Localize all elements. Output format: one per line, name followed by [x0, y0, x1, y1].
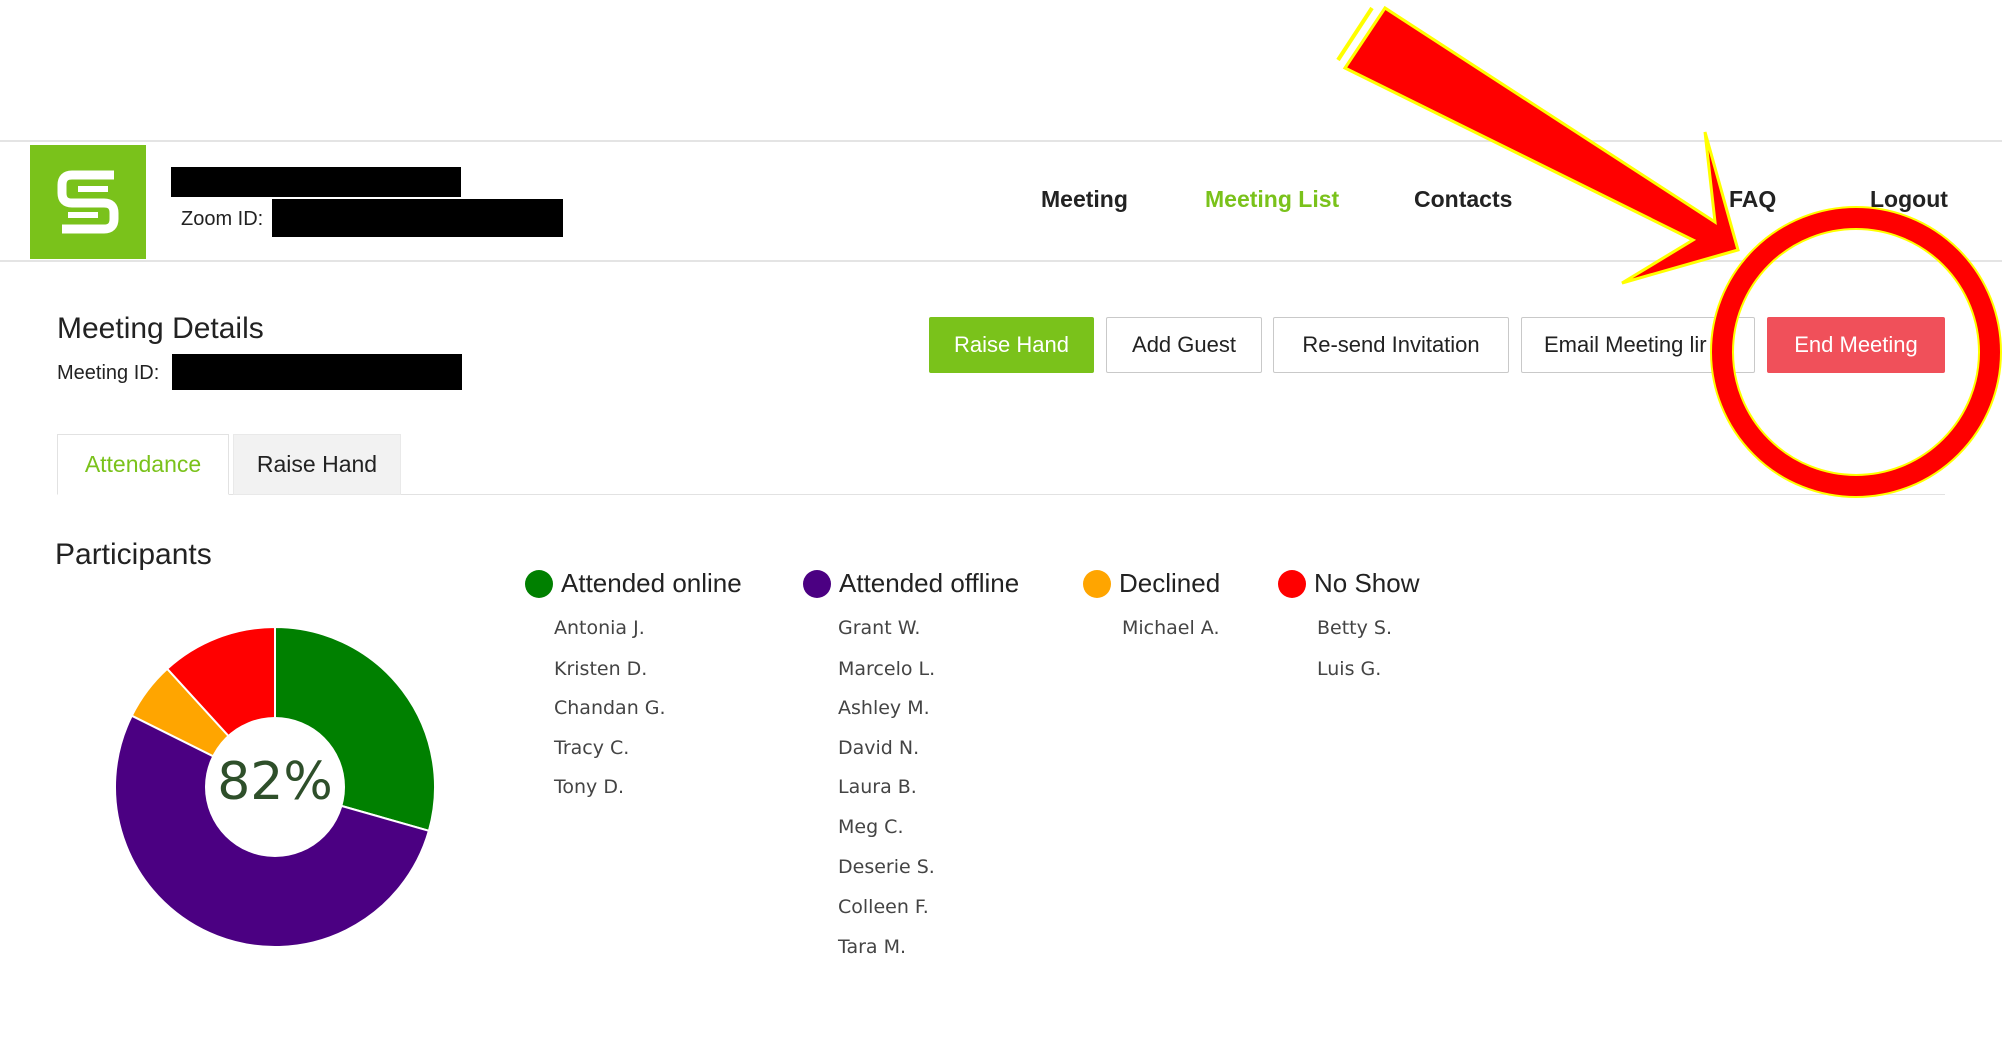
redacted-meeting-id [172, 354, 462, 390]
nav-meeting[interactable]: Meeting [1041, 186, 1128, 213]
logo-s-icon [57, 170, 119, 234]
tab-raise-hand[interactable]: Raise Hand [233, 434, 401, 495]
redacted-account-name [171, 167, 461, 197]
green-dot-icon [525, 569, 553, 598]
app-logo[interactable] [30, 145, 146, 259]
participant-name: Marcelo L. [838, 658, 936, 680]
participant-name: Chandan G. [554, 697, 666, 719]
participant-name: Meg C. [838, 816, 904, 838]
legend-declined: Declined [1083, 568, 1220, 599]
nav-faq[interactable]: FAQ [1729, 186, 1776, 213]
nav-meeting-list[interactable]: Meeting List [1205, 186, 1339, 213]
participant-name: Laura B. [838, 776, 917, 798]
participant-name: Luis G. [1317, 658, 1382, 680]
participant-name: Kristen D. [554, 658, 648, 680]
participant-name: Betty S. [1317, 617, 1393, 639]
raise-hand-button[interactable]: Raise Hand [929, 317, 1094, 373]
end-meeting-button[interactable]: End Meeting [1767, 317, 1945, 373]
legend-attended-online: Attended online [525, 568, 742, 599]
nav-contacts[interactable]: Contacts [1414, 186, 1512, 213]
participant-name: David N. [838, 737, 920, 759]
participant-name: Tracy C. [554, 737, 630, 759]
participant-name: Grant W. [838, 617, 921, 639]
legend-label: Attended online [561, 568, 742, 598]
participant-name: Tony D. [554, 776, 624, 798]
participant-name: Michael A. [1122, 617, 1220, 639]
tab-attendance[interactable]: Attendance [57, 434, 229, 495]
participant-name: Antonia J. [554, 617, 645, 639]
participant-name: Tara M. [838, 936, 907, 958]
legend-no-show: No Show [1278, 568, 1420, 599]
email-meeting-link-button[interactable]: Email Meeting lir [1521, 317, 1755, 373]
nav-logout[interactable]: Logout [1870, 186, 1948, 213]
meeting-details-title: Meeting Details [57, 312, 264, 345]
add-guest-button[interactable]: Add Guest [1106, 317, 1262, 373]
annotation-arrow-tail-stripe [1336, 6, 1374, 62]
orange-dot-icon [1083, 569, 1111, 598]
zoom-id-label: Zoom ID: [181, 208, 264, 230]
redacted-zoom-id [272, 199, 563, 237]
purple-dot-icon [803, 569, 831, 598]
red-dot-icon [1278, 569, 1306, 598]
resend-invitation-button[interactable]: Re-send Invitation [1273, 317, 1509, 373]
participant-name: Ashley M. [838, 697, 930, 719]
legend-attended-offline: Attended offline [803, 568, 1019, 599]
attendance-percentage: 82% [217, 752, 333, 812]
participant-name: Deserie S. [838, 856, 935, 878]
legend-label: Declined [1119, 568, 1221, 598]
legend-label: No Show [1314, 568, 1420, 598]
top-header: Zoom ID: Meeting Meeting List Contacts F… [0, 140, 2002, 262]
legend-label: Attended offline [839, 568, 1020, 598]
participants-title: Participants [55, 538, 212, 571]
meeting-id-label: Meeting ID: [57, 362, 160, 384]
participant-name: Colleen F. [838, 896, 929, 918]
